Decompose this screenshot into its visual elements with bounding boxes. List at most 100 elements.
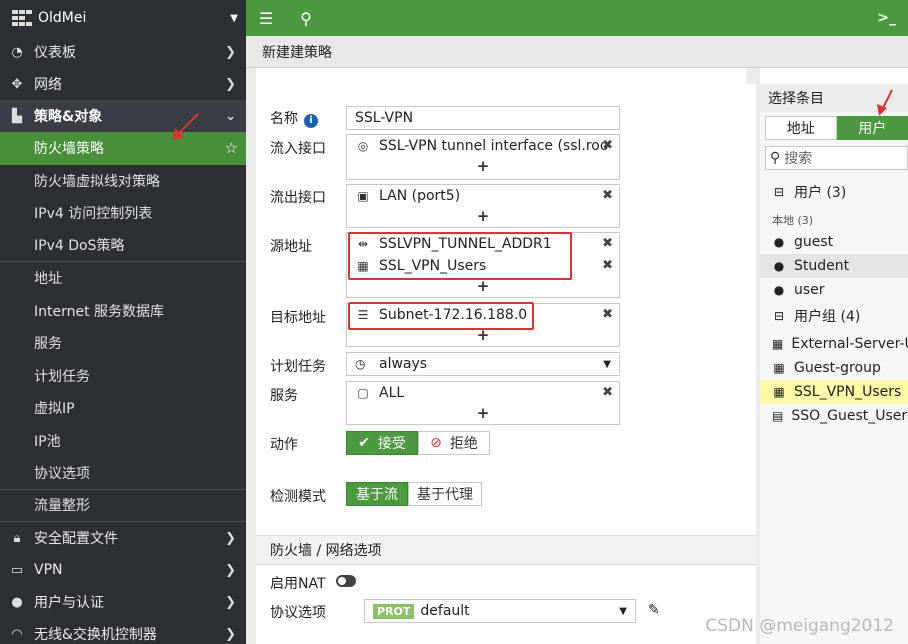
sidebar-item-label: 用户与认证: [34, 595, 104, 611]
add-button[interactable]: +: [347, 157, 619, 177]
remove-icon[interactable]: ✖: [602, 385, 613, 400]
users-group-header[interactable]: ⊟ 用户 (3): [760, 180, 908, 204]
name-label: 名称 i: [270, 108, 318, 128]
search-icon[interactable]: ⚲: [286, 9, 326, 28]
chevron-down-icon[interactable]: ▼: [230, 13, 238, 24]
dashboard-icon: ◔: [11, 44, 23, 60]
star-icon[interactable]: ☆: [225, 139, 238, 157]
edit-pencil-icon[interactable]: ✎: [648, 602, 660, 618]
remove-icon[interactable]: ✖: [602, 188, 613, 203]
sidebar-item-user-auth[interactable]: ● 用户与认证 ❯: [0, 586, 246, 618]
brand[interactable]: OldMei ▼: [0, 0, 246, 36]
sidebar-item-ipv4-acl[interactable]: IPv4 访问控制列表: [0, 197, 246, 230]
gutter: [246, 68, 256, 644]
service-label: 服务: [270, 388, 298, 404]
chevron-right-icon: ❯: [225, 530, 236, 546]
sidebar-item-schedule[interactable]: 计划任务: [0, 359, 246, 392]
sidebar-item-label: 虚拟IP: [34, 401, 75, 418]
sidebar-item-label: IPv4 访问控制列表: [34, 206, 153, 223]
user-groups-header[interactable]: ⊟ 用户组 (4): [760, 304, 908, 328]
network-icon: ✥: [11, 76, 23, 92]
user-icon: ●: [11, 594, 23, 610]
tab-address[interactable]: 地址: [765, 116, 837, 140]
local-header: 本地 (3): [772, 214, 814, 227]
sidebar-item-label: 防火墙虚拟线对策略: [34, 173, 160, 190]
selection-panel: 选择条目 地址 用户 ⚲ 搜索 ⊟ 用户 (3) 本地 (3) ● guest …: [760, 84, 908, 644]
accept-button[interactable]: ✔ 接受: [346, 431, 418, 455]
sidebar-item-service[interactable]: 服务: [0, 327, 246, 360]
list-item-group[interactable]: ▦ SSL_VPN_Users: [760, 380, 908, 404]
out-iface-entry: ▣ LAN (port5): [347, 185, 619, 207]
deny-button[interactable]: ⊘ 拒绝: [418, 431, 490, 455]
sidebar-item-vpn[interactable]: ▭ VPN ❯: [0, 554, 246, 586]
sidebar-item-protocol-options[interactable]: 协议选项: [0, 457, 246, 490]
list-item-group[interactable]: ▦ External-Server-U: [760, 332, 908, 356]
user-name: user: [794, 282, 825, 298]
chevron-right-icon: ❯: [225, 562, 236, 578]
remove-icon[interactable]: ✖: [602, 307, 613, 322]
user-icon: ●: [773, 259, 785, 273]
sso-group-icon: ▤: [772, 409, 784, 423]
remove-icon[interactable]: ✖: [602, 138, 613, 153]
sidebar-item-ipv4-dos[interactable]: IPv4 DoS策略: [0, 229, 246, 262]
sidebar-item-security-profiles[interactable]: 🔒︎ 安全配置文件 ❯: [0, 522, 246, 554]
wifi-icon: ◠: [11, 626, 23, 642]
proto-select[interactable]: PROT default ▼: [364, 599, 636, 623]
user-group-icon: ▦: [773, 385, 785, 399]
sidebar-item-network[interactable]: ✥ 网络 ❯: [0, 68, 246, 100]
search-input[interactable]: ⚲ 搜索: [765, 146, 908, 170]
group-name: Guest-group: [794, 360, 881, 376]
deny-icon: ⊘: [430, 435, 442, 451]
group-name: SSO_Guest_Users: [791, 408, 908, 424]
add-button[interactable]: +: [347, 277, 619, 297]
tab-user[interactable]: 用户: [836, 116, 908, 140]
flow-based-button[interactable]: 基于流: [346, 482, 408, 506]
check-icon: ✔: [358, 435, 370, 451]
menu-icon[interactable]: ☰: [246, 9, 286, 28]
remove-icon[interactable]: ✖: [602, 258, 613, 273]
sidebar-item-label: IP池: [34, 433, 61, 450]
panel-tabs: 地址 用户: [765, 116, 908, 140]
sidebar-item-label: VPN: [34, 562, 63, 578]
in-iface-field[interactable]: ◎ SSL-VPN tunnel interface (ssl.roo ✖ +: [346, 134, 620, 180]
info-icon[interactable]: i: [304, 114, 318, 128]
prot-badge: PROT: [373, 603, 415, 619]
service-value: ALL: [379, 385, 405, 401]
chevron-down-icon: ⌄: [225, 108, 236, 124]
sidebar-item-firewall-policy[interactable]: 防火墙策略 ☆: [0, 132, 246, 165]
nat-toggle[interactable]: [336, 575, 356, 587]
out-iface-field[interactable]: ▣ LAN (port5) ✖ +: [346, 184, 620, 228]
list-item-user[interactable]: ● Student: [760, 254, 908, 278]
sidebar-item-label: 安全配置文件: [34, 531, 118, 547]
sidebar-item-wifi-switch[interactable]: ◠ 无线&交换机控制器 ❯: [0, 618, 246, 644]
sidebar: OldMei ▼ ◔ 仪表板 ❯ ✥ 网络 ❯ ▙ 策略&对象 ⌄ 防火墙策略 …: [0, 0, 246, 644]
service-entry: ▢ ALL: [347, 382, 619, 404]
service-field[interactable]: ▢ ALL ✖ +: [346, 381, 620, 425]
list-item-group[interactable]: ▦ Guest-group: [760, 356, 908, 380]
sidebar-item-address[interactable]: 地址: [0, 262, 246, 295]
list-item-group[interactable]: ▤ SSO_Guest_Users: [760, 404, 908, 428]
add-button[interactable]: +: [347, 404, 619, 424]
add-button[interactable]: +: [347, 207, 619, 227]
sidebar-item-ippool[interactable]: IP池: [0, 424, 246, 457]
user-group-icon: ▦: [772, 337, 784, 351]
sidebar-item-vip[interactable]: 虚拟IP: [0, 392, 246, 425]
schedule-select[interactable]: ◷ always ▼: [346, 352, 620, 376]
sidebar-item-policy[interactable]: ▙ 策略&对象 ⌄: [0, 100, 246, 132]
list-item-user[interactable]: ● guest: [760, 230, 908, 254]
sidebar-item-isdb[interactable]: Internet 服务数据库: [0, 294, 246, 327]
in-iface-entry: ◎ SSL-VPN tunnel interface (ssl.roo: [347, 135, 619, 157]
schedule-label: 计划任务: [270, 359, 326, 375]
cli-console-icon[interactable]: >_: [877, 10, 896, 26]
sidebar-item-dashboard[interactable]: ◔ 仪表板 ❯: [0, 36, 246, 68]
nat-label: 启用NAT: [270, 576, 326, 592]
proxy-based-button[interactable]: 基于代理: [408, 482, 482, 506]
action-label: 动作: [270, 437, 298, 453]
sidebar-item-traffic-shaping[interactable]: 流量整形: [0, 489, 246, 522]
user-name: Student: [794, 258, 850, 274]
list-item-user[interactable]: ● user: [760, 278, 908, 302]
remove-icon[interactable]: ✖: [602, 236, 613, 251]
name-input[interactable]: SSL-VPN: [346, 106, 620, 130]
sidebar-item-vwire-policy[interactable]: 防火墙虚拟线对策略: [0, 164, 246, 197]
name-label-text: 名称: [270, 111, 298, 127]
